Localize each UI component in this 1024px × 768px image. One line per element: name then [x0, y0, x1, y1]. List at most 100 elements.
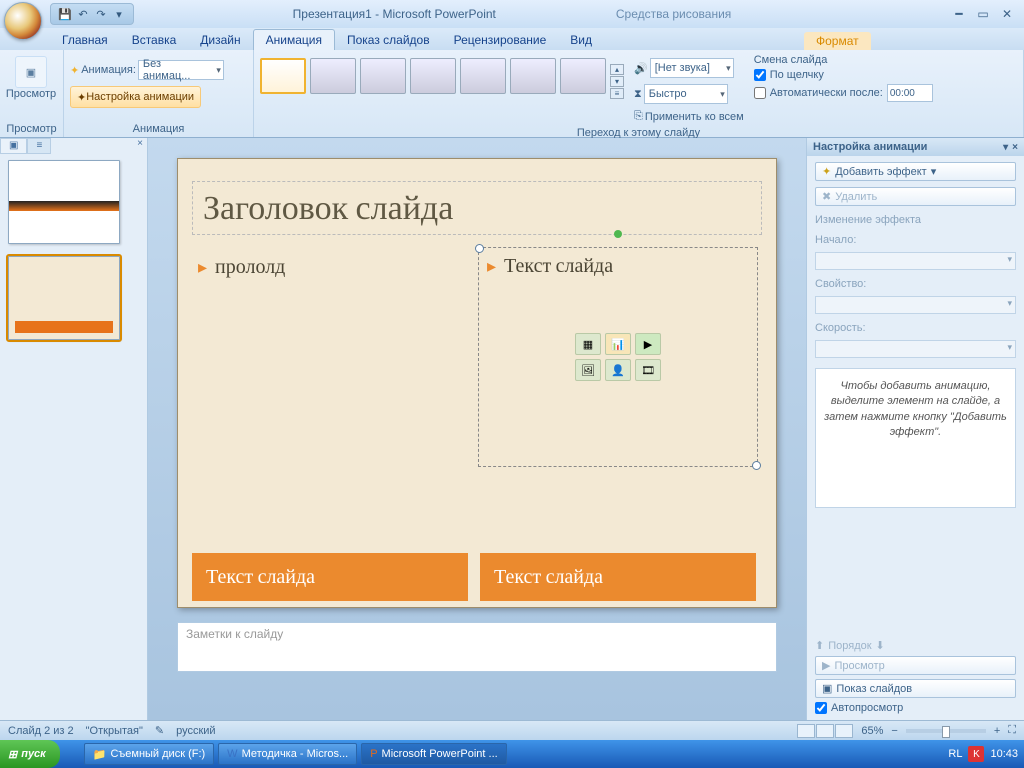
- clock[interactable]: 10:43: [990, 748, 1018, 760]
- delete-icon: ✖: [822, 190, 831, 203]
- transition-item[interactable]: [510, 58, 556, 94]
- tab-design[interactable]: Дизайн: [188, 30, 252, 50]
- powerpoint-icon: P: [370, 748, 377, 760]
- pane-slideshow-button[interactable]: ▣Показ слайдов: [815, 679, 1016, 698]
- thumb-1[interactable]: 1: [8, 160, 139, 244]
- tab-slideshow[interactable]: Показ слайдов: [335, 30, 442, 50]
- zoom-in-icon[interactable]: +: [994, 725, 1000, 737]
- slideshow-icon: ▣: [822, 682, 832, 695]
- status-bar: Слайд 2 из 2 "Открытая" ✎ русский 65% − …: [0, 720, 1024, 740]
- tab-animation[interactable]: Анимация: [253, 29, 335, 50]
- change-effect-label: Изменение эффекта: [815, 214, 1016, 226]
- advance-title: Смена слайда: [754, 54, 933, 66]
- speed-icon: ⧗: [634, 88, 642, 101]
- view-normal-icon[interactable]: [797, 724, 815, 738]
- transition-item[interactable]: [310, 58, 356, 94]
- thumbnail-pane: ▣ ≡ × 1 2: [0, 138, 148, 720]
- auto-after-checkbox[interactable]: Автоматически после: 00:00: [754, 84, 933, 102]
- reorder-up-icon[interactable]: ⬆: [815, 639, 824, 652]
- minimize-icon[interactable]: ━: [950, 7, 968, 21]
- speed-combo[interactable]: Быстро: [644, 84, 728, 104]
- autopreview-checkbox[interactable]: Автопросмотр: [815, 702, 1016, 714]
- apply-all-button[interactable]: ⎘Применить ко всем: [634, 110, 744, 123]
- insert-picture-icon[interactable]: 🖼: [575, 359, 601, 381]
- pane-preview-button[interactable]: ▶Просмотр: [815, 656, 1016, 675]
- insert-chart-icon[interactable]: 📊: [605, 333, 631, 355]
- antivirus-icon[interactable]: K: [968, 746, 984, 762]
- close-icon[interactable]: ✕: [998, 7, 1016, 21]
- slide-canvas[interactable]: Заголовок слайда прололд Текст слайда ▦ …: [177, 158, 777, 608]
- office-button[interactable]: [4, 2, 42, 40]
- title-text: Презентация1 - Microsoft PowerPoint Сред…: [0, 7, 1024, 21]
- preview-button[interactable]: ▣ Просмотр: [6, 52, 56, 100]
- taskbar-item-powerpoint[interactable]: PMicrosoft PowerPoint ...: [361, 743, 507, 765]
- spellcheck-icon[interactable]: ✎: [155, 724, 164, 737]
- tab-review[interactable]: Рецензирование: [442, 30, 559, 50]
- content-placeholder-left[interactable]: прололд: [198, 255, 468, 279]
- transition-item[interactable]: [410, 58, 456, 94]
- transition-none[interactable]: [260, 58, 306, 94]
- pane-dropdown-icon[interactable]: ▾: [1003, 142, 1008, 153]
- lang-bar[interactable]: RL: [948, 748, 962, 760]
- insert-clipart-icon[interactable]: 👤: [605, 359, 631, 381]
- content-placeholder-right-selected[interactable]: Текст слайда ▦ 📊 ▶ 🖼 👤 🎞: [478, 247, 758, 467]
- notes-pane[interactable]: Заметки к слайду: [177, 622, 777, 672]
- maximize-icon[interactable]: ▭: [974, 7, 992, 21]
- save-icon[interactable]: 💾: [57, 6, 73, 22]
- add-effect-button[interactable]: ✦Добавить эффект ▾: [815, 162, 1016, 181]
- thumbs-tab-outline[interactable]: ≡: [27, 138, 51, 154]
- title-placeholder[interactable]: Заголовок слайда: [192, 181, 762, 235]
- apply-icon: ⎘: [634, 110, 643, 123]
- transition-gallery[interactable]: ▴ ▾ ≡: [260, 58, 624, 99]
- transition-item[interactable]: [360, 58, 406, 94]
- zoom-slider[interactable]: [906, 729, 986, 733]
- on-click-checkbox[interactable]: По щелчку: [754, 69, 933, 81]
- remove-effect-button[interactable]: ✖Удалить: [815, 187, 1016, 206]
- tab-format[interactable]: Формат: [804, 32, 871, 50]
- reorder-down-icon[interactable]: ⬇: [876, 639, 885, 652]
- transition-item[interactable]: [560, 58, 606, 94]
- tab-insert[interactable]: Вставка: [120, 30, 189, 50]
- tab-home[interactable]: Главная: [50, 30, 120, 50]
- slide-counter: Слайд 2 из 2: [8, 725, 74, 737]
- start-button[interactable]: ⊞пуск: [0, 740, 60, 768]
- quick-access-toolbar: 💾 ↶ ↷ ▾: [50, 3, 134, 25]
- view-slideshow-icon[interactable]: [835, 724, 853, 738]
- group-preview-label: Просмотр: [6, 121, 57, 137]
- titlebar: 💾 ↶ ↷ ▾ Презентация1 - Microsoft PowerPo…: [0, 0, 1024, 28]
- fit-icon[interactable]: ⛶: [1008, 724, 1016, 737]
- pane-close-icon[interactable]: ×: [1012, 142, 1018, 153]
- insert-smartart-icon[interactable]: ▶: [635, 333, 661, 355]
- undo-icon[interactable]: ↶: [75, 6, 91, 22]
- start-combo[interactable]: [815, 252, 1016, 270]
- property-combo[interactable]: [815, 296, 1016, 314]
- bottom-content-left[interactable]: Текст слайда: [192, 553, 468, 601]
- insert-media-icon[interactable]: 🎞: [635, 359, 661, 381]
- taskbar-item-drive[interactable]: 📁Съемный диск (F:): [84, 743, 214, 765]
- gallery-down-icon[interactable]: ▾: [610, 76, 624, 87]
- custom-animation-button[interactable]: ✦ Настройка анимации: [70, 86, 201, 108]
- rotate-handle[interactable]: [614, 230, 622, 238]
- insert-table-icon[interactable]: ▦: [575, 333, 601, 355]
- slide-editor: Заголовок слайда прололд Текст слайда ▦ …: [148, 138, 806, 720]
- transition-item[interactable]: [460, 58, 506, 94]
- tab-view[interactable]: Вид: [558, 30, 604, 50]
- auto-time-spinner[interactable]: 00:00: [887, 84, 933, 102]
- thumbs-tab-slides[interactable]: ▣: [0, 138, 27, 154]
- zoom-out-icon[interactable]: −: [891, 725, 897, 737]
- sound-combo[interactable]: [Нет звука]: [650, 58, 734, 78]
- qat-more-icon[interactable]: ▾: [111, 6, 127, 22]
- view-sorter-icon[interactable]: [816, 724, 834, 738]
- gallery-up-icon[interactable]: ▴: [610, 64, 624, 75]
- property-label: Свойство:: [815, 278, 1016, 290]
- gallery-more-icon[interactable]: ≡: [610, 88, 624, 99]
- animation-combo[interactable]: Без анимац...: [138, 60, 224, 80]
- language-indicator[interactable]: русский: [176, 725, 215, 737]
- taskbar-item-word[interactable]: WМетодичка - Micros...: [218, 743, 357, 765]
- bottom-content-right[interactable]: Текст слайда: [480, 553, 756, 601]
- content-type-icons: ▦ 📊 ▶ 🖼 👤 🎞: [575, 333, 661, 381]
- thumb-2[interactable]: 2: [8, 256, 139, 340]
- speed-combo[interactable]: [815, 340, 1016, 358]
- thumbs-close-icon[interactable]: ×: [133, 138, 147, 154]
- redo-icon[interactable]: ↷: [93, 6, 109, 22]
